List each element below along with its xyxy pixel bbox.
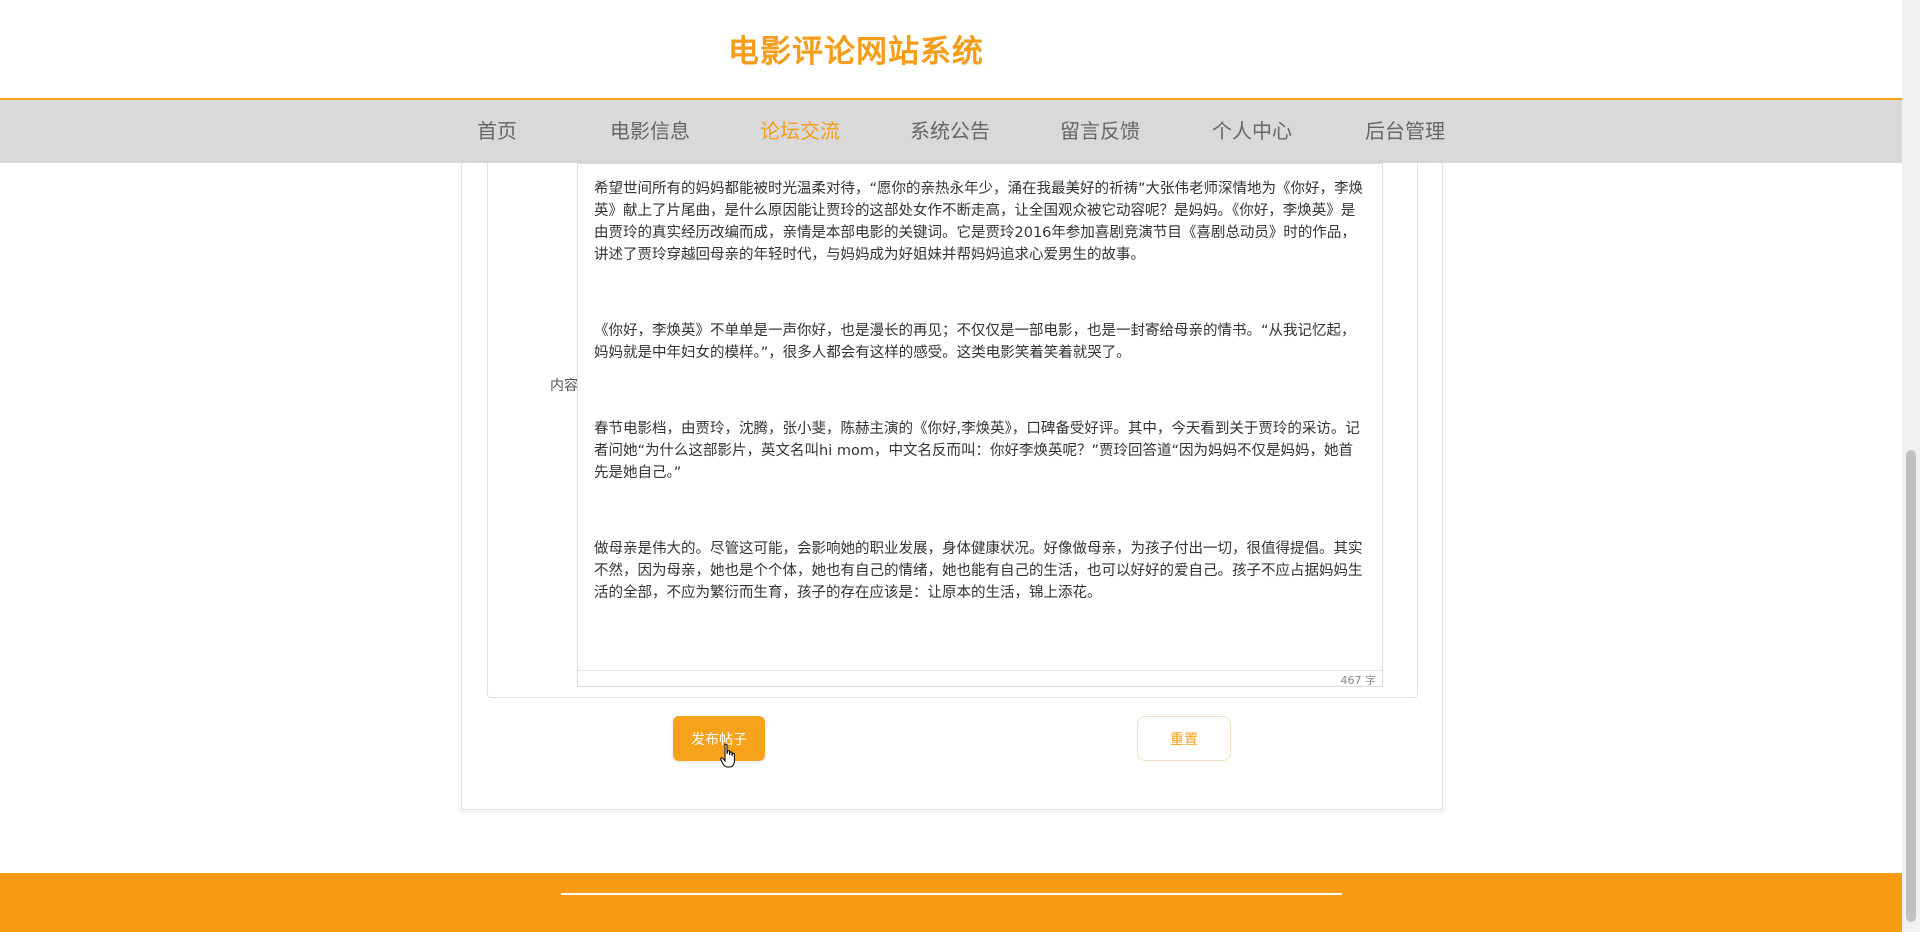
page-scrollbar[interactable] [1902, 0, 1920, 932]
scrollbar-thumb[interactable] [1906, 450, 1916, 922]
nav-item-admin[interactable]: 后台管理 [1365, 100, 1445, 163]
word-count: 467 字 [1340, 674, 1377, 687]
nav-item-forum[interactable]: 论坛交流 [760, 100, 840, 163]
content-paragraph: 希望世间所有的妈妈都能被时光温柔对待，“愿你的亲热永年少，涌在我最美好的祈祷”大… [594, 181, 1364, 263]
nav-item-profile[interactable]: 个人中心 [1212, 100, 1292, 163]
content-paragraph: 做母亲是伟大的。尽管这可能，会影响她的职业发展，身体健康状况。好像做母亲，为孩子… [594, 541, 1363, 601]
nav-item-feedback[interactable]: 留言反馈 [1060, 100, 1140, 163]
nav-item-home[interactable]: 首页 [477, 100, 517, 163]
editor-status-bar: 467 字 [578, 670, 1382, 687]
hand-cursor-icon [720, 743, 735, 768]
publish-post-button[interactable]: 发布帖子 [673, 716, 765, 761]
nav-item-movies[interactable]: 电影信息 [610, 100, 690, 163]
content-text[interactable]: 希望世间所有的妈妈都能被时光温柔对待，“愿你的亲热永年少，涌在我最美好的祈祷”大… [578, 178, 1382, 672]
site-header: 电影评论网站系统 [0, 0, 1902, 100]
nav-item-announcements[interactable]: 系统公告 [910, 100, 990, 163]
content-paragraph: 春节电影档，由贾玲，沈腾，张小斐，陈赫主演的《你好,李焕英》，口碑备受好评。其中… [594, 421, 1360, 481]
site-title: 电影评论网站系统 [728, 34, 984, 70]
site-footer [0, 873, 1902, 932]
content-editor[interactable]: 希望世间所有的妈妈都能被时光温柔对待，“愿你的亲热永年少，涌在我最美好的祈祷”大… [577, 163, 1383, 687]
reset-button[interactable]: 重置 [1137, 716, 1231, 761]
main-nav: 首页 电影信息 论坛交流 系统公告 留言反馈 个人中心 后台管理 [0, 100, 1902, 163]
footer-divider [561, 893, 1342, 895]
content-paragraph: 《你好，李焕英》不单单是一声你好，也是漫长的再见；不仅仅是一部电影，也是一封寄给… [594, 323, 1356, 361]
